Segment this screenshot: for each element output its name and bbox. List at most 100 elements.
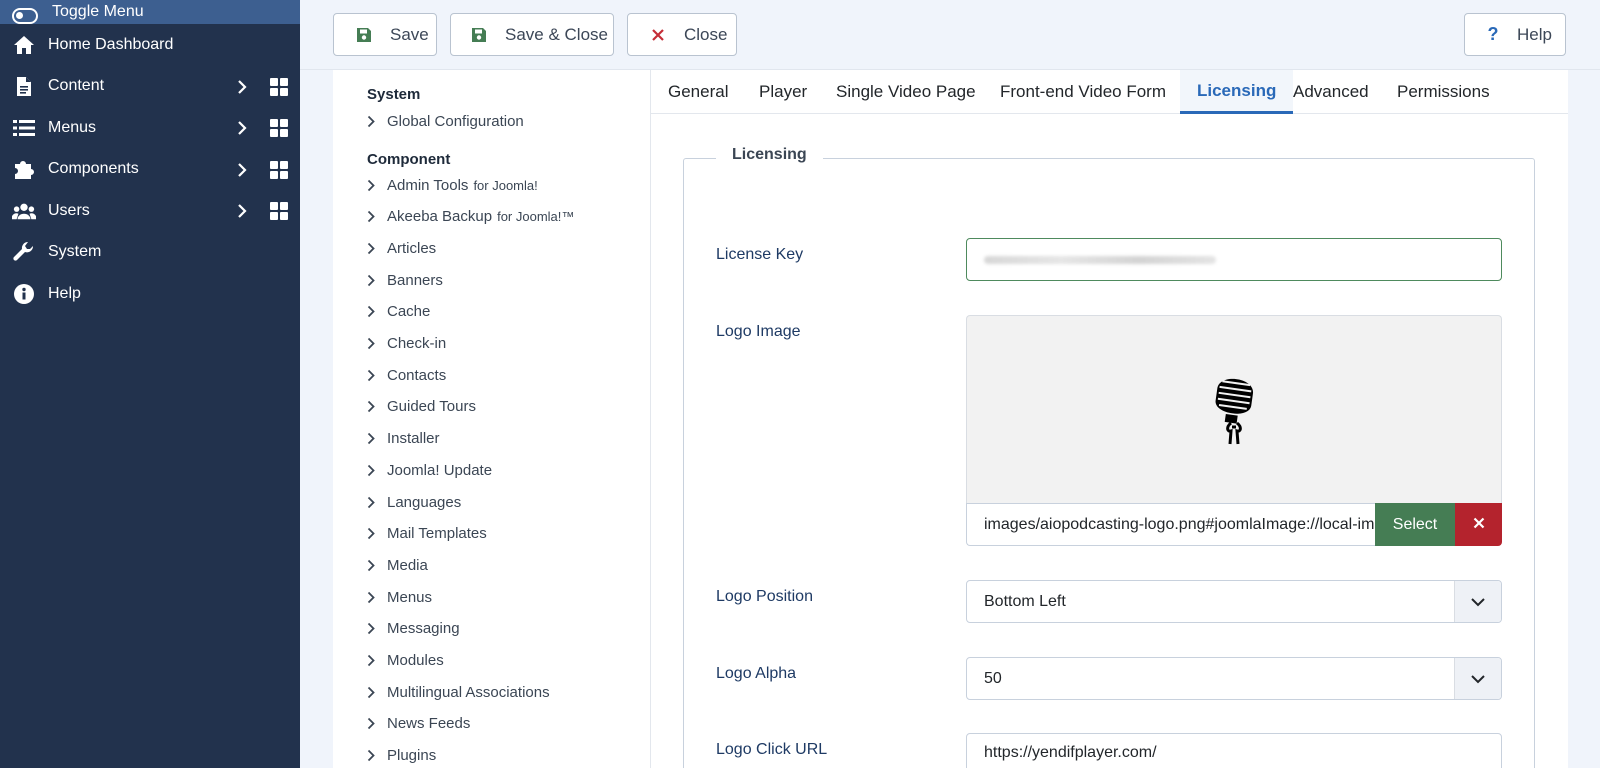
sidebar-item-components[interactable]: Components <box>0 149 300 191</box>
chevron-right-icon <box>365 622 377 636</box>
cat-item[interactable]: Mail Templates <box>365 522 487 546</box>
cat-item-label: Check-in <box>387 335 447 352</box>
cat-item[interactable]: Installer <box>365 427 440 451</box>
cat-item[interactable]: Media <box>365 553 428 577</box>
chevron-right-icon <box>365 368 377 382</box>
tab-advanced[interactable]: Advanced <box>1276 70 1386 114</box>
sidebar-item-content[interactable]: Content <box>0 66 300 108</box>
cat-item[interactable]: Plugins <box>365 744 436 768</box>
fieldset-legend: Licensing <box>716 146 823 164</box>
dashboard-grid-icon[interactable] <box>270 160 288 179</box>
chevron-right-icon <box>365 558 377 572</box>
home-icon <box>12 33 36 57</box>
chevron-right-icon[interactable] <box>233 160 251 180</box>
chevron-right-icon <box>365 527 377 541</box>
logo-image-label: Logo Image <box>716 323 801 340</box>
save-button[interactable]: Save <box>333 13 437 56</box>
cat-item[interactable]: Modules <box>365 649 444 673</box>
chevron-right-icon[interactable] <box>233 77 251 97</box>
logo-image-input[interactable]: images/aiopodcasting-logo.png#joomlaImag… <box>966 503 1375 546</box>
cat-item-label: Mail Templates <box>387 525 487 543</box>
cat-item[interactable]: Multilingual Associations <box>365 680 550 704</box>
chevron-right-icon <box>365 590 377 604</box>
select-button[interactable]: Select <box>1375 503 1455 546</box>
cat-item-label: Akeeba Backup <box>387 208 493 226</box>
users-icon <box>12 199 36 223</box>
close-button[interactable]: Close <box>627 13 737 56</box>
puzzle-icon <box>12 157 36 181</box>
sidebar-item-home-dashboard[interactable]: Home Dashboard <box>0 24 300 66</box>
chevron-right-icon[interactable] <box>233 118 251 138</box>
cat-item[interactable]: Joomla! Update <box>365 458 492 482</box>
cat-item[interactable]: Akeeba Backup for Joomla!™ <box>365 205 574 229</box>
save-close-button[interactable]: Save & Close <box>450 13 614 56</box>
chevron-right-icon[interactable] <box>233 201 251 221</box>
dashboard-grid-icon[interactable] <box>270 77 288 96</box>
tab-front-end-video-form[interactable]: Front-end Video Form <box>983 70 1183 114</box>
chevron-right-icon <box>365 241 377 255</box>
toggle-icon <box>12 8 38 24</box>
cat-item[interactable]: Menus <box>365 585 432 609</box>
close-icon <box>648 25 668 45</box>
logo-image-preview <box>966 315 1502 503</box>
chevron-right-icon <box>365 305 377 319</box>
tab-general[interactable]: General <box>651 70 745 114</box>
logo-image-field: images/aiopodcasting-logo.png#joomlaImag… <box>966 503 1502 546</box>
toggle-menu-label: Toggle Menu <box>52 3 144 20</box>
cat-item-label: Media <box>387 556 428 574</box>
logo-click-url-input[interactable]: https://yendifplayer.com/ <box>966 733 1502 768</box>
chevron-right-icon <box>365 178 377 192</box>
cat-item-global-configuration[interactable]: Global Configuration <box>365 109 524 133</box>
sidebar-item-label: Content <box>48 77 105 95</box>
component-heading: Component <box>367 151 451 168</box>
sidebar-item-label: Menus <box>48 118 97 136</box>
tab-player[interactable]: Player <box>742 70 824 114</box>
tab-single-video-page[interactable]: Single Video Page <box>819 70 993 114</box>
cat-item[interactable]: Messaging <box>365 617 460 641</box>
cat-item-label: Installer <box>387 430 440 448</box>
close-icon <box>1473 516 1485 534</box>
microphone-icon <box>1211 369 1257 450</box>
cat-item-label: Modules <box>387 652 444 669</box>
sidebar-item-menus[interactable]: Menus <box>0 107 300 149</box>
file-icon <box>12 74 36 98</box>
cat-item[interactable]: Admin Tools for Joomla! <box>365 173 538 197</box>
save-button-label: Save <box>390 24 429 44</box>
clear-image-button[interactable] <box>1455 503 1502 546</box>
help-button[interactable]: ? Help <box>1464 13 1566 56</box>
dashboard-grid-icon[interactable] <box>270 202 288 220</box>
cat-item-label: Plugins <box>387 747 437 765</box>
toggle-menu[interactable]: Toggle Menu <box>0 0 300 24</box>
sidebar-item-users[interactable]: Users <box>0 190 300 232</box>
cat-item[interactable]: Contacts <box>365 363 446 387</box>
logo-alpha-select[interactable]: 50 <box>966 657 1502 700</box>
logo-click-url-label: Logo Click URL <box>716 741 828 758</box>
chevron-right-icon <box>365 463 377 477</box>
cat-item[interactable]: Cache <box>365 300 430 324</box>
cat-item[interactable]: Guided Tours <box>365 395 476 419</box>
cat-item[interactable]: News Feeds <box>365 712 470 736</box>
cat-item[interactable]: Banners <box>365 268 443 292</box>
tab-permissions[interactable]: Permissions <box>1380 70 1507 114</box>
component-list: System Global Configuration Component Ad… <box>333 70 650 768</box>
cat-item[interactable]: Articles <box>365 236 436 260</box>
sidebar-item-help[interactable]: Help <box>0 273 300 315</box>
logo-position-select[interactable]: Bottom Left <box>966 580 1502 623</box>
sidebar-item-label: Users <box>48 201 90 219</box>
cat-item[interactable]: Check-in <box>365 332 446 356</box>
license-key-input[interactable] <box>966 238 1502 281</box>
cat-item-suffix: for Joomla! <box>473 177 538 193</box>
chevron-right-icon <box>365 432 377 446</box>
wrench-icon <box>12 240 36 264</box>
chevron-right-icon <box>365 114 377 128</box>
sidebar-item-system[interactable]: System <box>0 232 300 274</box>
cat-item-label: Menus <box>387 588 433 606</box>
logo-position-value: Bottom Left <box>984 592 1066 610</box>
chevron-right-icon <box>365 337 377 351</box>
dashboard-grid-icon[interactable] <box>270 119 288 137</box>
question-icon: ? <box>1487 24 1499 44</box>
logo-alpha-value: 50 <box>984 669 1002 687</box>
logo-position-label: Logo Position <box>716 588 813 605</box>
cat-item-label: Joomla! Update <box>387 461 493 479</box>
cat-item[interactable]: Languages <box>365 490 461 514</box>
